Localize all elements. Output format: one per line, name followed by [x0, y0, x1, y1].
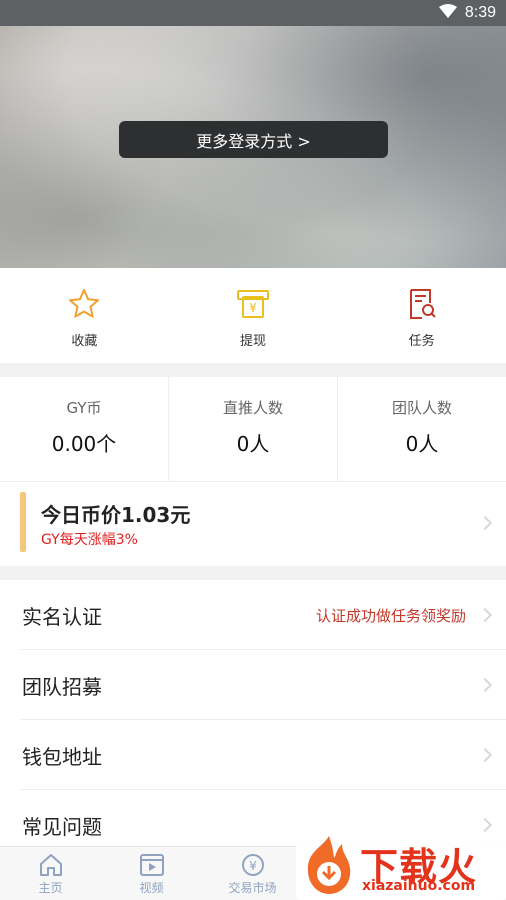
nav-label: 交易市场: [228, 881, 277, 895]
nav-label: 视频: [139, 881, 164, 895]
accent-bar: [20, 492, 26, 552]
nav-video[interactable]: 视频: [101, 847, 202, 900]
chevron-right-icon: [477, 515, 493, 531]
stat-direct-referrals[interactable]: 直推人数 0人: [169, 377, 338, 481]
menu-item-real-name-verification[interactable]: 实名认证 认证成功做任务领奖励: [0, 580, 506, 650]
nav-label: 主页: [38, 881, 63, 895]
menu-item-label: 钱包地址: [22, 744, 102, 769]
coin-price-growth: GY每天涨幅3%: [41, 532, 138, 548]
action-label: 任务: [408, 334, 435, 349]
coin-price-card[interactable]: 今日币价1.03元 GY每天涨幅3%: [0, 482, 506, 566]
menu-item-team-recruit[interactable]: 团队招募: [0, 650, 506, 720]
quick-actions: 收藏 ¥ 提现 任务: [0, 268, 506, 363]
watermark-domain: xiazaihuo.com: [362, 878, 476, 894]
menu-item-wallet-address[interactable]: 钱包地址: [0, 720, 506, 790]
chevron-right-icon: [477, 677, 493, 693]
svg-text:¥: ¥: [249, 859, 257, 873]
nav-market[interactable]: ¥ 交易市场: [202, 847, 303, 900]
market-icon: ¥: [241, 854, 264, 876]
action-label: 收藏: [71, 334, 98, 349]
stats-panel: GY币 0.00个 直推人数 0人 团队人数 0人: [0, 377, 506, 482]
action-label: 提现: [240, 334, 267, 349]
flame-logo-icon: [307, 836, 351, 894]
chevron-right-icon: [477, 747, 493, 763]
video-icon: [139, 854, 164, 876]
withdraw-icon: ¥: [235, 286, 271, 322]
star-icon: [66, 286, 102, 322]
menu-item-label: 常见问题: [22, 814, 102, 839]
stat-team-members[interactable]: 团队人数 0人: [338, 377, 506, 481]
coin-price-headline: 今日币价1.03元: [41, 503, 191, 527]
profile-header: 更多登录方式 >: [0, 26, 506, 268]
home-icon: [39, 854, 62, 876]
menu-item-hint: 认证成功做任务领奖励: [315, 606, 466, 625]
menu-list: 实名认证 认证成功做任务领奖励 团队招募 钱包地址 常见问题: [0, 580, 506, 846]
action-favorites[interactable]: 收藏: [0, 268, 169, 363]
chevron-right-icon: [477, 607, 493, 623]
action-withdraw[interactable]: ¥ 提现: [169, 268, 338, 363]
stat-title: GY币: [66, 399, 102, 417]
chevron-right-icon: [477, 817, 493, 833]
wifi-icon: [438, 4, 457, 22]
stat-title: 直推人数: [222, 399, 283, 417]
watermark-logo: 下载火 xiazaihuo.com: [296, 832, 506, 900]
stat-value: 0.00个: [51, 432, 117, 456]
nav-home[interactable]: 主页: [0, 847, 101, 900]
more-login-methods-button[interactable]: 更多登录方式 >: [119, 121, 388, 158]
stat-value: 0人: [236, 432, 270, 456]
status-time: 8:39: [464, 4, 496, 21]
action-tasks[interactable]: 任务: [337, 268, 506, 363]
stat-gy-coin[interactable]: GY币 0.00个: [0, 377, 169, 481]
stat-value: 0人: [405, 432, 439, 456]
task-icon: [404, 286, 440, 322]
svg-text:¥: ¥: [249, 301, 257, 315]
stat-title: 团队人数: [391, 399, 452, 417]
menu-item-label: 团队招募: [22, 674, 102, 699]
menu-item-label: 实名认证: [22, 604, 102, 629]
status-bar: 8:39: [0, 0, 506, 26]
